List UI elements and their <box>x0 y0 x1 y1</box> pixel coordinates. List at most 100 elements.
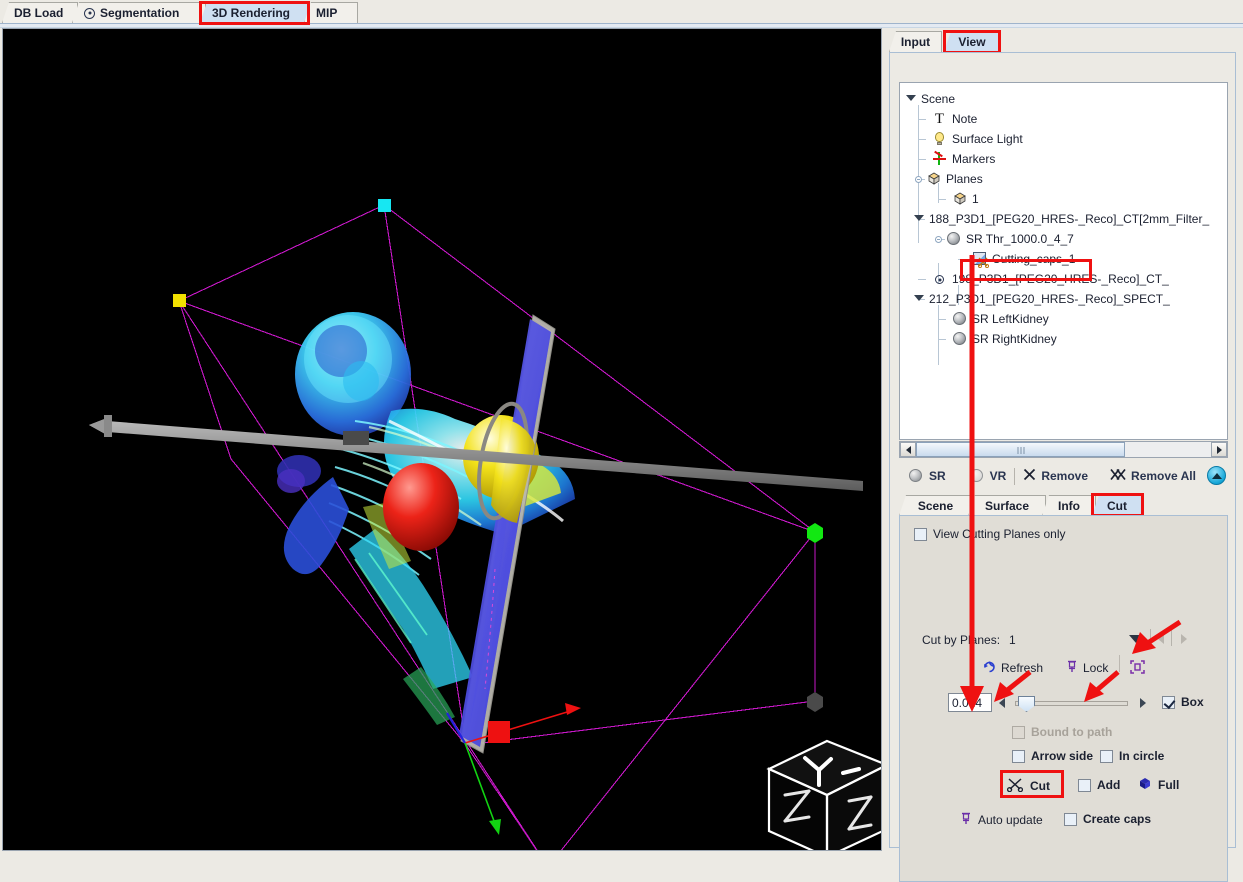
tab-db-load[interactable]: DB Load <box>2 2 78 23</box>
tree-item-scene[interactable]: Scene <box>900 89 1227 109</box>
subtab-info[interactable]: Info <box>1042 495 1096 516</box>
pin-icon <box>1066 660 1078 676</box>
fit-bounds-icon[interactable] <box>1130 660 1145 677</box>
thickness-slider[interactable] <box>1015 696 1128 712</box>
tree-item-ct-188-label: 188_P3D1_[PEG20_HRES-_Reco]_CT[2mm_Filte… <box>929 212 1210 226</box>
view-cutting-planes-only-row[interactable]: View Cutting Planes only <box>914 527 1066 541</box>
in-circle-row[interactable]: In circle <box>1100 749 1164 763</box>
tree-horizontal-scrollbar[interactable] <box>899 441 1228 458</box>
expand-caret-icon[interactable] <box>912 209 925 229</box>
tree-item-right-kidney[interactable]: SR RightKidney <box>900 329 1227 349</box>
expand-knob-icon[interactable] <box>932 229 945 249</box>
kidney-right-sphere <box>383 463 459 551</box>
tree-item-left-kidney[interactable]: SR LeftKidney <box>900 309 1227 329</box>
arrow-side-row[interactable]: Arrow side <box>1012 749 1093 763</box>
in-circle-checkbox[interactable] <box>1100 749 1113 763</box>
box-checkbox[interactable] <box>1162 695 1175 709</box>
view-cutting-planes-only-label: View Cutting Planes only <box>933 527 1066 541</box>
cut-by-planes-value: 1 <box>1009 633 1016 647</box>
rod-handle <box>343 431 369 445</box>
sphere-icon <box>951 311 968 327</box>
scrollbar-thumb[interactable] <box>916 442 1126 457</box>
3d-viewport[interactable] <box>2 28 882 851</box>
remove-button[interactable]: Remove <box>1023 468 1088 484</box>
slider-thumb[interactable] <box>1018 696 1035 712</box>
cut-by-planes-prev-button[interactable] <box>1158 634 1164 644</box>
bbox-handle-left <box>173 294 186 307</box>
vr-button[interactable]: VR <box>968 468 1006 484</box>
remove-all-button-label: Remove All <box>1131 469 1196 483</box>
tree-item-spect-212[interactable]: 212_P3D1_[PEG20_HRES-_Reco]_SPECT_ <box>900 289 1227 309</box>
cut-panel-tab-bar: Scene Surface Info Cut <box>899 493 1228 517</box>
remove-all-button[interactable]: Remove All <box>1110 468 1196 484</box>
cut-by-planes-next-button[interactable] <box>1181 634 1187 644</box>
tab-mip[interactable]: MIP <box>304 2 358 23</box>
tree-item-planes[interactable]: Planes <box>900 169 1227 189</box>
add-label: Add <box>1097 778 1121 792</box>
cube-icon <box>951 191 968 207</box>
tab-segmentation-label: Segmentation <box>100 6 180 20</box>
tree-item-planes-label: Planes <box>946 172 983 186</box>
lock-button[interactable]: Lock <box>1066 660 1108 676</box>
cut-settings-panel: View Cutting Planes only Cut by Planes: … <box>899 515 1228 882</box>
thickness-increment-button[interactable] <box>1140 698 1146 708</box>
cube-solid-icon <box>1138 777 1151 793</box>
tree-item-plane-1[interactable]: 1 <box>900 189 1227 209</box>
expand-caret-icon[interactable] <box>912 289 925 309</box>
bound-to-path-row: Bound to path <box>1012 725 1112 739</box>
tab-segmentation[interactable]: Segmentation <box>72 2 206 23</box>
subtab-scene[interactable]: Scene <box>899 495 972 516</box>
tree-item-sr-thr-label: SR Thr_1000.0_4_7 <box>966 232 1074 246</box>
dock-tab-view[interactable]: View <box>944 31 1000 52</box>
view-cutting-planes-only-checkbox[interactable] <box>914 527 927 541</box>
pin-icon <box>960 812 972 828</box>
expand-caret-icon[interactable] <box>904 89 917 109</box>
dock-tab-input[interactable]: Input <box>889 31 942 52</box>
sphere-icon <box>945 231 962 247</box>
subtab-scene-label: Scene <box>917 499 954 513</box>
dock-content: Scene T Note Surface Light Markers Plane… <box>889 52 1236 882</box>
box-checkbox-row[interactable]: Box <box>1162 695 1204 709</box>
full-label: Full <box>1158 778 1180 792</box>
tree-item-cutting-caps-label: Cutting_caps_1 <box>992 252 1076 266</box>
markers-icon <box>931 150 948 167</box>
subtab-cut[interactable]: Cut <box>1092 495 1142 516</box>
double-x-icon <box>1110 468 1126 484</box>
scene-tree[interactable]: Scene T Note Surface Light Markers Plane… <box>899 82 1228 440</box>
tree-item-cutting-caps[interactable]: Cutting_caps_1 <box>900 249 1227 269</box>
thickness-decrement-button[interactable] <box>999 698 1005 708</box>
cut-by-planes-label: Cut by Planes: <box>922 633 1001 647</box>
cube-icon <box>925 171 942 187</box>
add-checkbox[interactable] <box>1078 778 1091 792</box>
collapse-up-icon[interactable] <box>1207 466 1226 485</box>
bulb-icon <box>931 131 948 147</box>
create-caps-row[interactable]: Create caps <box>1064 812 1151 826</box>
tree-item-ct-198[interactable]: 198_P3D1_[PEG20_HRES-_Reco]_CT_ <box>900 269 1227 289</box>
auto-update-button[interactable]: Auto update <box>960 812 1043 828</box>
tree-item-surface-light[interactable]: Surface Light <box>900 129 1227 149</box>
dock-tab-view-label: View <box>958 35 986 49</box>
tree-item-note[interactable]: T Note <box>900 109 1227 129</box>
cut-by-planes-row: Cut by Planes: 1 <box>922 633 1016 647</box>
add-checkbox-row[interactable]: Add <box>1078 778 1120 792</box>
arrow-side-checkbox[interactable] <box>1012 749 1025 763</box>
scroll-left-button[interactable] <box>900 442 916 457</box>
scrollbar-track[interactable] <box>916 442 1211 457</box>
full-button[interactable]: Full <box>1138 777 1179 793</box>
subtab-surface[interactable]: Surface <box>968 495 1046 516</box>
tab-3d-rendering[interactable]: 3D Rendering <box>200 2 308 23</box>
bbox-handle-top <box>378 199 391 212</box>
refresh-button[interactable]: Refresh <box>983 660 1043 676</box>
cut-by-planes-dropdown-icon[interactable] <box>1129 635 1143 643</box>
sr-button[interactable]: SR <box>907 468 946 484</box>
create-caps-checkbox[interactable] <box>1064 812 1077 826</box>
tree-item-ct-188[interactable]: 188_P3D1_[PEG20_HRES-_Reco]_CT[2mm_Filte… <box>900 209 1227 229</box>
tree-item-markers[interactable]: Markers <box>900 149 1227 169</box>
expand-knob-icon[interactable] <box>912 169 925 189</box>
thickness-input[interactable] <box>948 693 992 712</box>
tab-mip-label: MIP <box>316 6 338 20</box>
tree-item-sr-thr[interactable]: SR Thr_1000.0_4_7 <box>900 229 1227 249</box>
scroll-right-button[interactable] <box>1211 442 1227 457</box>
cut-button[interactable]: Cut <box>1006 777 1050 795</box>
tab-3d-rendering-label: 3D Rendering <box>212 6 291 20</box>
